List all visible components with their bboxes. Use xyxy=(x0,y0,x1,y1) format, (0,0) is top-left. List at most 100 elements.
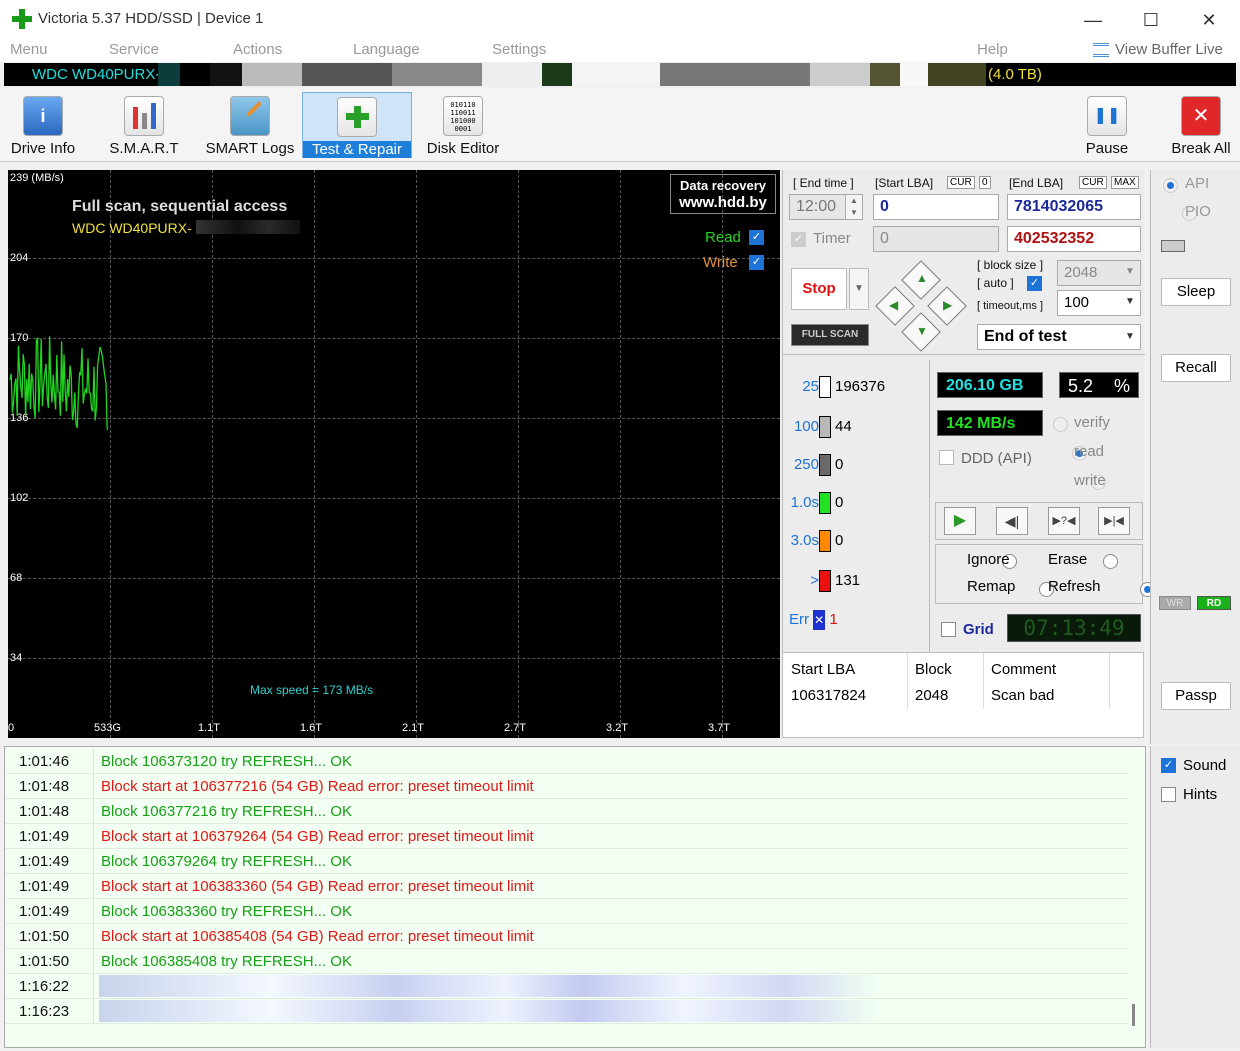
toolbar: i Drive Info S.M.A.R.T SMART Logs Test &… xyxy=(0,88,1240,162)
log-row: 1:01:49 Block 106379264 try REFRESH... OK xyxy=(5,849,1129,874)
latency-label: 1.0s xyxy=(790,493,819,511)
timer-input[interactable]: 0 xyxy=(873,226,999,252)
end-cur-tag[interactable]: CUR xyxy=(1079,176,1107,189)
hints-checkbox[interactable] xyxy=(1161,787,1176,802)
pio-label: PIO xyxy=(1185,203,1211,220)
write-legend-checkbox[interactable]: ✓ xyxy=(749,255,764,270)
rewind-icon[interactable]: ◀| xyxy=(996,507,1028,535)
err-count: 1 xyxy=(829,610,838,628)
log-time: 1:16:22 xyxy=(19,978,70,995)
sleep-button[interactable]: Sleep xyxy=(1161,278,1231,306)
break-all-button[interactable]: ✕ Break All xyxy=(1166,92,1236,158)
log-row: 1:01:46 Block 106373120 try REFRESH... OK xyxy=(5,749,1129,774)
maximize-button[interactable]: ☐ xyxy=(1128,4,1174,36)
drive-capacity: (4.0 TB) xyxy=(988,66,1042,83)
grid-checkbox[interactable] xyxy=(941,622,956,637)
start-lba-input[interactable]: 0 xyxy=(873,194,999,220)
menu-settings[interactable]: Settings xyxy=(492,41,546,58)
log-time: 1:01:48 xyxy=(19,778,70,795)
minimize-button[interactable]: — xyxy=(1070,4,1116,36)
verify-label: verify xyxy=(1074,414,1110,431)
latency-row: 1.0s 0 xyxy=(789,492,843,514)
result-start-lba[interactable]: 106317824 xyxy=(791,687,866,704)
close-button[interactable]: ✕ xyxy=(1186,4,1232,36)
log-message: Block 106379264 try REFRESH... OK xyxy=(101,853,352,870)
ddd-checkbox[interactable] xyxy=(939,450,954,465)
start-cur-tag[interactable]: CUR xyxy=(947,176,975,189)
drive-selector[interactable]: WDC WD40PURX- (4.0 TB) xyxy=(4,63,1236,86)
drive-info-button[interactable]: i Drive Info xyxy=(8,92,78,158)
arrow-up-icon[interactable]: ▲ xyxy=(916,271,928,285)
scanned-size-display: 206.10 GB xyxy=(937,372,1043,398)
log-scrollbar-thumb[interactable] xyxy=(1132,1004,1135,1026)
verify-radio[interactable] xyxy=(1053,416,1068,432)
arrow-left-icon[interactable]: ◀ xyxy=(889,298,898,312)
latency-label: 25 xyxy=(802,377,819,395)
latency-color-swatch xyxy=(819,416,831,438)
smart-logs-button[interactable]: SMART Logs xyxy=(204,92,296,158)
col-start-lba: Start LBA xyxy=(791,661,856,678)
result-comment[interactable]: Scan bad xyxy=(991,687,1054,704)
redacted-log-message xyxy=(99,975,879,997)
arrow-right-icon[interactable]: ▶ xyxy=(943,298,952,312)
menu-help[interactable]: Help xyxy=(977,41,1008,58)
read-legend-label: Read xyxy=(705,229,741,246)
menu-service[interactable]: Service xyxy=(109,41,159,58)
pause-label: Pause xyxy=(1085,140,1129,157)
latency-count: 44 xyxy=(835,417,852,435)
skip-unknown-icon[interactable]: ▶?◀ xyxy=(1048,507,1080,535)
erase-radio[interactable] xyxy=(1102,553,1118,569)
stop-dropdown-button[interactable]: ▼ xyxy=(849,268,869,310)
latency-color-swatch xyxy=(819,454,831,476)
arrow-down-icon[interactable]: ▼ xyxy=(916,324,928,338)
ddd-label: DDD (API) xyxy=(961,450,1032,467)
log-time: 1:01:49 xyxy=(19,878,70,895)
progress-percent-display: 5.2 % xyxy=(1059,372,1139,398)
log-time: 1:01:49 xyxy=(19,828,70,845)
log-time: 1:16:23 xyxy=(19,1003,70,1020)
timer-checkbox[interactable]: ✓ xyxy=(791,232,806,247)
end-time-spinner[interactable]: ▲ ▼ xyxy=(845,194,863,220)
view-buffer-live[interactable]: View Buffer Live xyxy=(1115,41,1223,58)
latency-row: 25 196376 xyxy=(789,376,885,398)
end-max-tag[interactable]: MAX xyxy=(1111,176,1139,189)
end-time-label: [ End time ] xyxy=(793,176,854,190)
end-time-input[interactable]: 12:00 xyxy=(789,194,847,220)
result-block[interactable]: 2048 xyxy=(915,687,948,704)
api-radio[interactable] xyxy=(1163,177,1178,193)
redaction-block xyxy=(542,63,572,86)
brand-line2: www.hdd.by xyxy=(679,194,767,211)
auto-checkbox[interactable]: ✓ xyxy=(1027,276,1042,291)
log-row: 1:01:49 Block 106383360 try REFRESH... OK xyxy=(5,899,1129,924)
menu-language[interactable]: Language xyxy=(353,41,420,58)
play-icon[interactable]: ▶ xyxy=(944,507,976,535)
recall-button[interactable]: Recall xyxy=(1161,354,1231,382)
redaction-block xyxy=(660,63,810,86)
log-row: 1:16:22 xyxy=(5,974,1129,999)
smart-button[interactable]: S.M.A.R.T xyxy=(106,92,182,158)
ignore-label: Ignore xyxy=(967,551,1010,568)
end-icon[interactable]: ▶|◀ xyxy=(1098,507,1130,535)
pause-button[interactable]: ❚❚ Pause xyxy=(1078,92,1136,158)
passp-button[interactable]: Passp xyxy=(1161,682,1231,710)
col-divider xyxy=(1109,653,1110,709)
latency-count: 131 xyxy=(835,571,861,589)
stop-button[interactable]: Stop xyxy=(791,268,847,310)
end-lba-input[interactable]: 7814032065 xyxy=(1007,194,1141,220)
test-repair-button[interactable]: Test & Repair xyxy=(302,92,412,158)
disk-editor-button[interactable]: 010110 110011 101000 0001 Disk Editor xyxy=(424,92,502,158)
direction-pad: ▲ ◀ ▶ ▼ xyxy=(875,260,967,352)
max-speed-label: Max speed = 173 MB/s xyxy=(250,683,374,697)
divider xyxy=(783,354,1145,355)
end-action-select[interactable]: End of test xyxy=(977,324,1141,350)
pause-icon: ❚❚ xyxy=(1087,96,1127,136)
redaction-block xyxy=(870,63,900,86)
sound-checkbox[interactable]: ✓ xyxy=(1161,758,1176,773)
menu-menu[interactable]: Menu xyxy=(10,41,48,58)
menu-actions[interactable]: Actions xyxy=(233,41,282,58)
read-legend-checkbox[interactable]: ✓ xyxy=(749,230,764,245)
current-lba-field: 402532352 xyxy=(1007,226,1141,252)
timeout-label: [ timeout,ms ] xyxy=(977,300,1044,312)
current-speed-display: 142 MB/s xyxy=(937,410,1043,436)
err-row: Err ✕ 1 xyxy=(789,610,838,630)
